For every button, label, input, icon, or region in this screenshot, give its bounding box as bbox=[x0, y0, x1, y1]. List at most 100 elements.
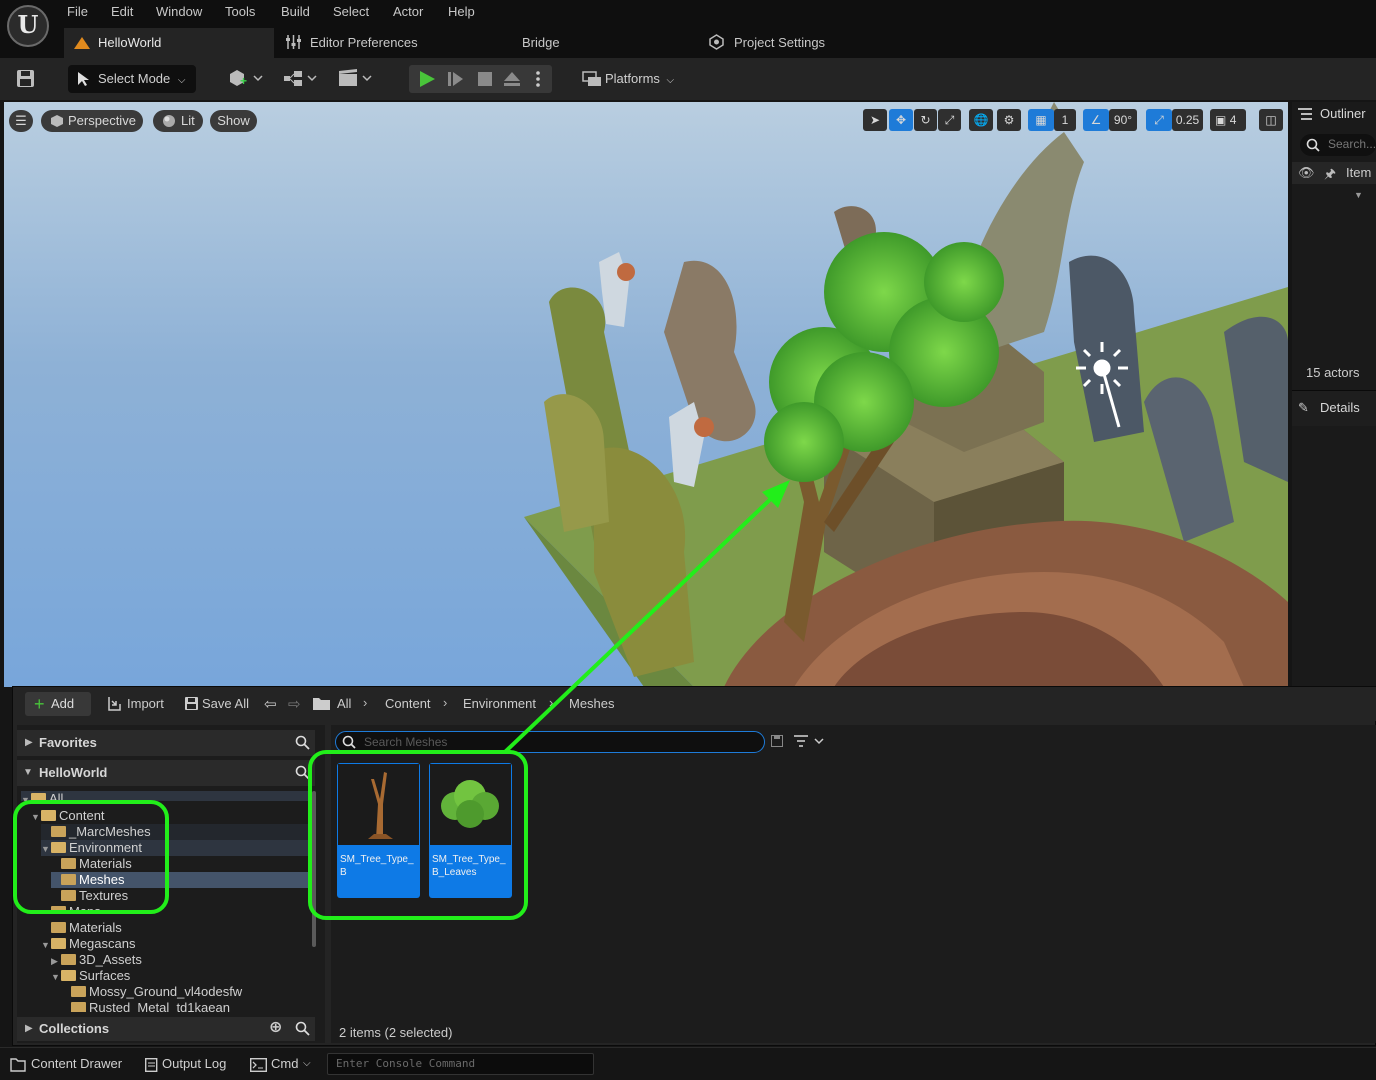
tree-item-3d-assets[interactable]: ▶ 3D_Assets bbox=[51, 952, 309, 968]
scale-snap-icon[interactable]: ⤢ bbox=[1146, 109, 1172, 131]
translate-tool-icon[interactable]: ✥ bbox=[889, 109, 913, 131]
tree-item-mossy-ground[interactable]: Mossy_Ground_vl4odesfw bbox=[61, 984, 309, 1000]
menu-tools[interactable]: Tools bbox=[225, 4, 255, 19]
cinematics-icon[interactable] bbox=[338, 68, 374, 88]
outliner-search[interactable]: Search... bbox=[1300, 134, 1376, 156]
chevron-down-icon: ⌵ bbox=[177, 75, 186, 86]
grid-snap-value[interactable]: 1 bbox=[1054, 109, 1076, 131]
rotation-snap-value[interactable]: 90° bbox=[1109, 109, 1137, 131]
menu-build[interactable]: Build bbox=[281, 4, 310, 19]
level-icon bbox=[74, 36, 90, 50]
perspective-label: Perspective bbox=[68, 113, 136, 128]
camera-speed-button[interactable]: ▣ 4 bbox=[1210, 109, 1246, 131]
breadcrumb-meshes[interactable]: Meshes bbox=[569, 696, 615, 711]
svg-text:+: + bbox=[240, 74, 247, 88]
menu-help[interactable]: Help bbox=[448, 4, 475, 19]
favorites-section[interactable]: ▶ Favorites bbox=[17, 730, 315, 756]
plus-icon: + bbox=[34, 694, 45, 714]
import-icon[interactable] bbox=[107, 696, 122, 711]
save-search-icon[interactable] bbox=[771, 735, 783, 747]
collections-section[interactable]: ▶ Collections ⊕ bbox=[17, 1017, 315, 1041]
scale-tool-icon[interactable]: ⤢ bbox=[938, 109, 961, 131]
item-label-column[interactable]: Item bbox=[1346, 165, 1371, 180]
save-icon[interactable] bbox=[16, 69, 35, 88]
back-icon[interactable]: ⇦ bbox=[264, 695, 277, 713]
details-pencil-icon: ✎ bbox=[1298, 400, 1309, 415]
blueprint-icon[interactable] bbox=[283, 68, 319, 88]
details-tab[interactable]: ✎ Details bbox=[1292, 390, 1376, 426]
search-icon[interactable] bbox=[295, 735, 310, 750]
chevron-down-icon[interactable]: ⌵ bbox=[303, 1058, 311, 1069]
save-all-button[interactable]: Save All bbox=[202, 696, 249, 711]
add-collection-icon[interactable]: ⊕ bbox=[269, 1016, 282, 1040]
add-label: Add bbox=[51, 696, 75, 711]
tree-item-surfaces[interactable]: ▼ Surfaces bbox=[51, 968, 309, 984]
forward-icon[interactable]: ⇨ bbox=[288, 695, 301, 713]
advance-frame-icon[interactable] bbox=[447, 70, 465, 88]
tab-helloworld[interactable]: HelloWorld bbox=[64, 28, 274, 58]
breadcrumb-content[interactable]: Content bbox=[385, 696, 431, 711]
platforms-dropdown[interactable]: Platforms ⌵ bbox=[580, 65, 680, 93]
platforms-icon bbox=[582, 70, 602, 88]
filter-icon[interactable] bbox=[793, 734, 827, 748]
rotation-snap-icon[interactable]: ∠ bbox=[1083, 109, 1109, 131]
menu-window[interactable]: Window bbox=[156, 4, 202, 19]
search-icon[interactable] bbox=[295, 1021, 310, 1036]
console-placeholder: Enter Console Command bbox=[336, 1057, 476, 1070]
expand-arrow-icon[interactable]: ▼ bbox=[1354, 190, 1363, 200]
tab-project-settings[interactable]: Project Settings bbox=[734, 28, 825, 58]
menu-file[interactable]: File bbox=[67, 4, 88, 19]
rotate-tool-icon[interactable]: ↻ bbox=[914, 109, 937, 131]
menu-actor[interactable]: Actor bbox=[393, 4, 423, 19]
tree-item-rusted-metal[interactable]: Rusted_Metal_td1kaean bbox=[61, 1000, 309, 1012]
breadcrumb-separator-icon: › bbox=[549, 695, 554, 710]
lit-button[interactable]: Lit bbox=[153, 110, 203, 132]
unreal-logo-icon[interactable]: U bbox=[7, 5, 49, 47]
details-title: Details bbox=[1320, 400, 1360, 415]
viewport-layout-icon[interactable]: ◫ bbox=[1259, 109, 1283, 131]
grid-snap-icon[interactable]: ▦ bbox=[1028, 109, 1054, 131]
console-input[interactable]: Enter Console Command bbox=[327, 1053, 594, 1075]
output-log-button[interactable]: Output Log bbox=[162, 1056, 226, 1071]
project-section[interactable]: ▼ HelloWorld bbox=[17, 760, 315, 786]
world-space-icon[interactable]: 🌐 bbox=[969, 109, 993, 131]
breadcrumb-environment[interactable]: Environment bbox=[463, 696, 536, 711]
menu-select[interactable]: Select bbox=[333, 4, 369, 19]
add-button[interactable]: + Add bbox=[25, 692, 91, 716]
visibility-icon[interactable]: 👁 bbox=[1298, 165, 1315, 181]
tree-item-materials-root[interactable]: Materials bbox=[41, 920, 309, 936]
pin-icon[interactable]: 🖈 bbox=[1324, 165, 1336, 187]
level-viewport[interactable]: ☰ Perspective Lit Show ➤ ✥ ↻ ⤢ 🌐 ⚙ ▦ 1 ∠… bbox=[4, 102, 1288, 687]
cmd-dropdown[interactable]: Cmd bbox=[271, 1056, 298, 1071]
perspective-cube-icon bbox=[50, 114, 64, 128]
perspective-button[interactable]: Perspective bbox=[41, 110, 143, 132]
save-all-icon[interactable] bbox=[184, 696, 199, 711]
tab-bridge[interactable]: Bridge bbox=[522, 28, 560, 58]
content-drawer-button[interactable]: Content Drawer bbox=[31, 1056, 122, 1071]
stop-icon[interactable] bbox=[476, 70, 494, 88]
tree-item-label: 3D_Assets bbox=[79, 952, 142, 967]
tab-helloworld-label: HelloWorld bbox=[98, 35, 162, 50]
breadcrumb-all[interactable]: All bbox=[337, 696, 351, 711]
menu-edit[interactable]: Edit bbox=[111, 4, 133, 19]
expanded-arrow-icon: ▼ bbox=[51, 972, 60, 982]
tab-editor-preferences[interactable]: Editor Preferences bbox=[310, 28, 418, 58]
select-tool-icon[interactable]: ➤ bbox=[863, 109, 887, 131]
outliner-header: 👁 🖈 Item bbox=[1292, 162, 1376, 184]
search-icon bbox=[342, 735, 356, 749]
scale-snap-value[interactable]: 0.25 bbox=[1172, 109, 1203, 131]
select-mode-dropdown[interactable]: Select Mode ⌵ bbox=[68, 65, 196, 93]
eject-icon[interactable] bbox=[502, 70, 522, 88]
project-label: HelloWorld bbox=[39, 765, 108, 780]
add-actor-icon[interactable]: + bbox=[228, 68, 264, 88]
more-options-icon[interactable] bbox=[535, 70, 541, 88]
tree-item-megascans[interactable]: ▼ Megascans bbox=[41, 936, 309, 952]
viewport-menu-button[interactable]: ☰ bbox=[9, 110, 33, 132]
outliner-search-placeholder: Search... bbox=[1328, 137, 1376, 151]
surface-snap-icon[interactable]: ⚙ bbox=[997, 109, 1021, 131]
asset-search-placeholder: Search Meshes bbox=[364, 735, 448, 749]
import-button[interactable]: Import bbox=[127, 696, 164, 711]
show-button[interactable]: Show bbox=[210, 110, 257, 132]
collapsed-arrow-icon: ▶ bbox=[51, 956, 58, 966]
play-icon[interactable] bbox=[418, 70, 436, 88]
